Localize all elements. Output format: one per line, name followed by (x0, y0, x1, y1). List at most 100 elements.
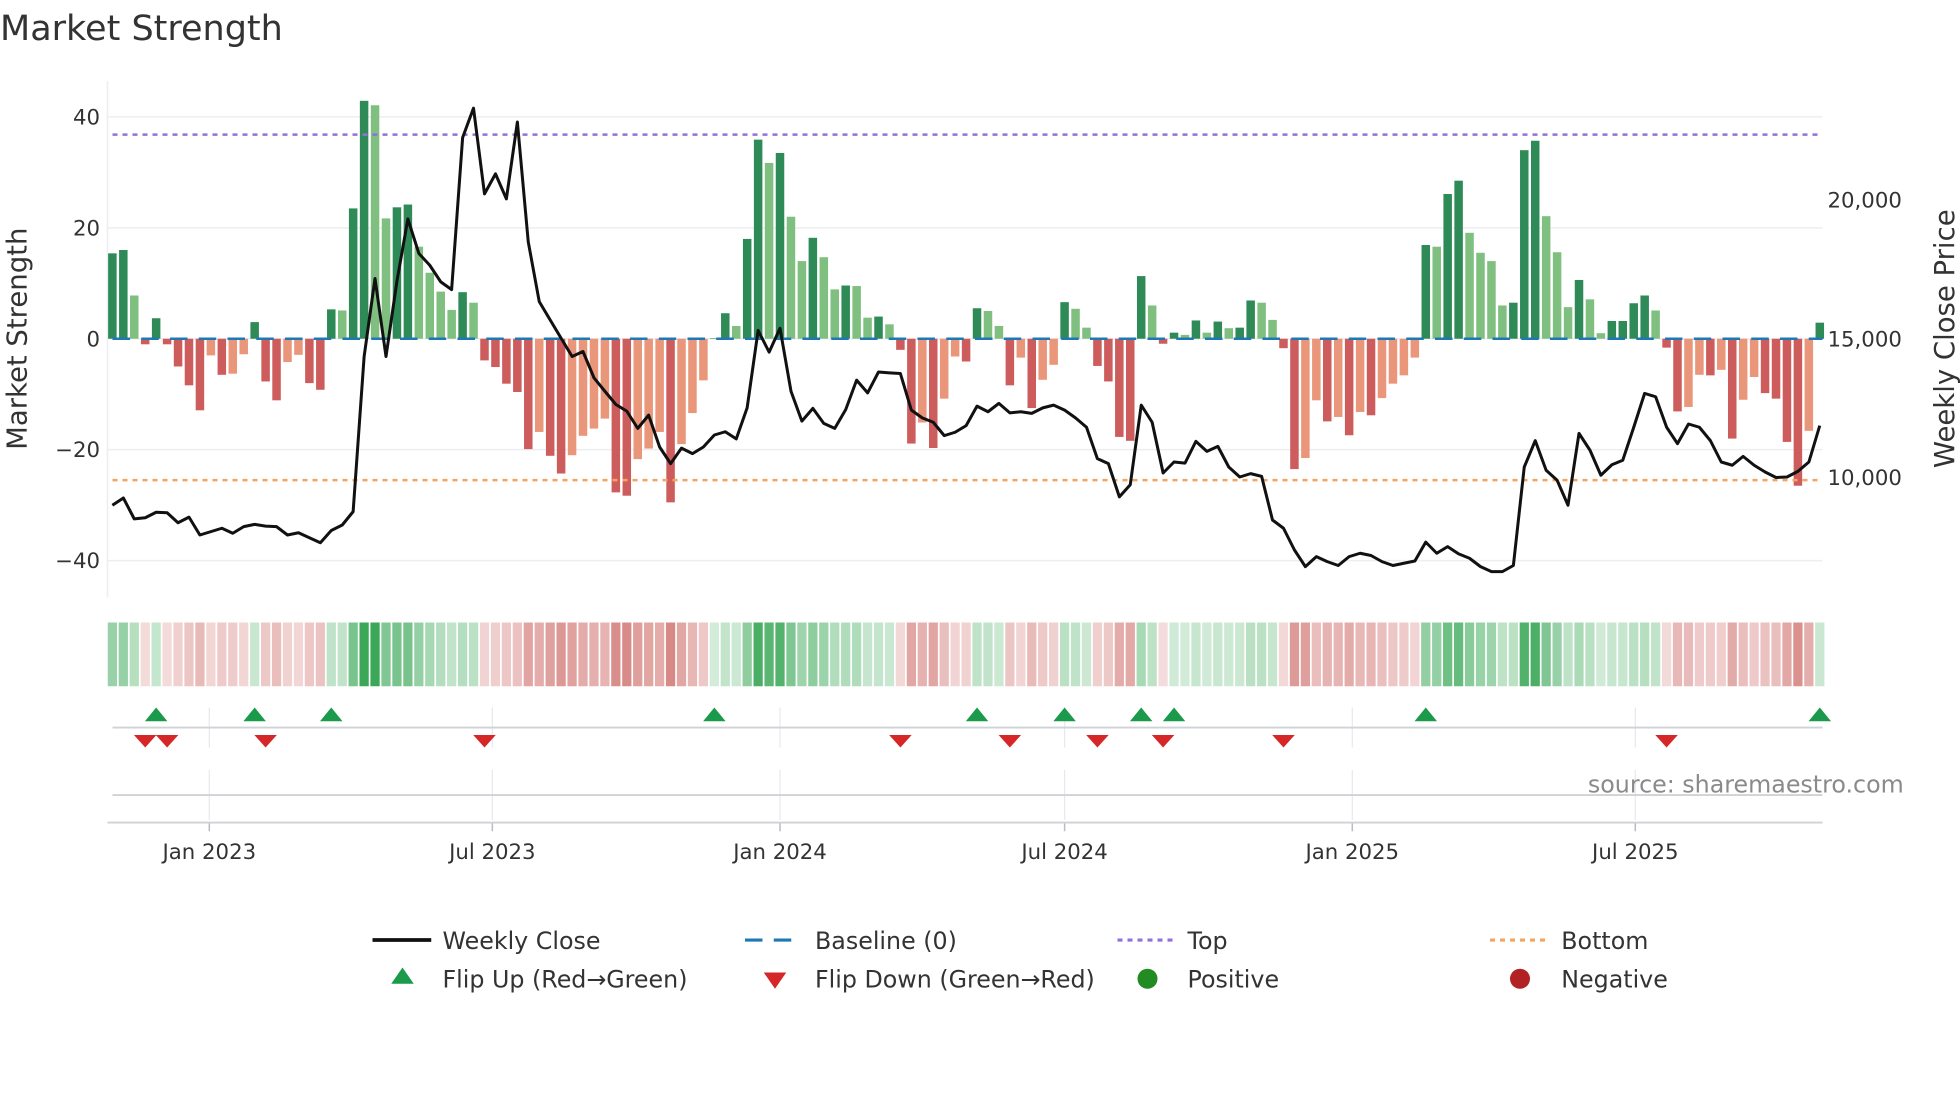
heat-cell (1256, 622, 1267, 687)
strength-bar (425, 272, 435, 339)
heat-cell (1355, 622, 1365, 687)
y-tick-label: 20 (73, 216, 100, 241)
strength-bar (753, 139, 763, 339)
x-tick-label: Jul 2024 (1019, 840, 1107, 865)
strength-bar (1640, 295, 1649, 339)
heat-cell (1070, 622, 1081, 687)
heat-cell (1158, 622, 1168, 687)
strength-bar (1487, 261, 1496, 339)
heat-cell (1541, 622, 1551, 687)
strength-bar (206, 338, 216, 356)
x-tick-label: Jan 2024 (731, 840, 827, 865)
heat-cell (293, 622, 304, 687)
strength-bar (644, 338, 653, 449)
heat-cell (1267, 622, 1278, 687)
x-axis: Jan 2023 Jul 2023 Jan 2024 Jul 2024 Jan 2025… (107, 821, 1823, 865)
strength-bar (742, 238, 752, 339)
legend: Weekly Close Baseline (0) Top Bottom Fli… (372, 927, 1668, 994)
heat-cell (1016, 622, 1026, 687)
strength-bar (1323, 338, 1332, 422)
heat-cell (1344, 622, 1354, 687)
flip-down-marker (254, 735, 277, 748)
flip-down-marker (133, 735, 157, 748)
heat-cell (1180, 622, 1190, 687)
strength-bar (1454, 180, 1463, 339)
strength-bar (1520, 150, 1529, 339)
strength-bar (119, 250, 128, 339)
heat-cell (1399, 622, 1409, 687)
strength-bar (819, 257, 829, 339)
heat-cell (512, 622, 522, 687)
y2-axis-title: Weekly Close Price (1929, 209, 1960, 468)
strength-bar (1695, 338, 1704, 375)
heat-cell (1760, 622, 1770, 687)
strength-bar (1574, 279, 1584, 339)
heat-strip (107, 622, 1825, 687)
strength-bar (1093, 338, 1102, 366)
strength-bar (1498, 305, 1507, 339)
heat-cell (1464, 622, 1475, 687)
flip-up-marker (320, 707, 343, 722)
x-tick-label: Jan 2025 (1303, 840, 1399, 865)
strength-bar (1279, 338, 1288, 349)
strength-bar (359, 100, 369, 339)
heat-cell (1235, 622, 1245, 687)
heat-cell (1607, 622, 1617, 687)
heat-cell (622, 622, 632, 687)
strength-bar (1629, 303, 1638, 339)
strength-bar (545, 338, 555, 456)
heat-cell (1640, 622, 1650, 687)
flip-up-marker (144, 707, 168, 722)
heat-cell (884, 622, 895, 687)
heat-cell (1191, 622, 1201, 687)
heat-cell (939, 622, 949, 687)
heat-cell (972, 622, 982, 687)
legend-flip-down: Flip Down (Green→Red) (815, 966, 1095, 994)
flip-down-marker (1272, 735, 1295, 748)
heat-cell (501, 622, 512, 687)
heat-cell (457, 622, 468, 687)
y2-tick-label: 20,000 (1828, 189, 1902, 214)
flip-up-marker (965, 707, 989, 722)
heat-cell (545, 622, 555, 687)
heat-cell (1005, 622, 1015, 687)
heat-cell (1278, 622, 1289, 687)
legend-negative-icon (1510, 968, 1530, 989)
heat-cell (1125, 622, 1135, 687)
heat-cell (655, 622, 665, 687)
strength-bar (151, 318, 161, 339)
strength-bar (534, 338, 544, 432)
strength-bar (1596, 333, 1606, 339)
heat-cell (1421, 622, 1431, 687)
strength-bar (841, 285, 850, 339)
strength-bar (1804, 338, 1814, 431)
heat-cell (1103, 622, 1113, 687)
heat-cell (1650, 622, 1661, 687)
strength-bar (918, 338, 927, 423)
heat-cell (523, 622, 533, 687)
strength-bar (1082, 327, 1091, 339)
strength-bar (688, 338, 697, 414)
heat-cell (1618, 622, 1628, 687)
heat-cell (950, 622, 960, 687)
legend-top: Top (1187, 927, 1228, 955)
strength-bar (1541, 216, 1551, 339)
strength-bar (294, 338, 303, 355)
heat-cell (1038, 622, 1048, 687)
heat-cell (873, 622, 884, 687)
strength-bar (1684, 338, 1693, 407)
strength-bar (939, 338, 949, 399)
flip-down-marker (1086, 735, 1109, 748)
flip-up-marker (1162, 707, 1186, 722)
heat-cell (906, 622, 916, 687)
heat-cell (1793, 622, 1803, 687)
heat-cell (1377, 622, 1387, 687)
heat-cell (600, 622, 610, 687)
strength-bar (1410, 338, 1420, 358)
legend-weekly-close: Weekly Close (443, 927, 601, 955)
heat-cell (1749, 622, 1759, 687)
legend-flip-up: Flip Up (Red→Green) (443, 966, 688, 994)
heat-cell (1738, 622, 1748, 687)
heat-cell (151, 622, 161, 687)
heat-cell (1049, 622, 1059, 687)
